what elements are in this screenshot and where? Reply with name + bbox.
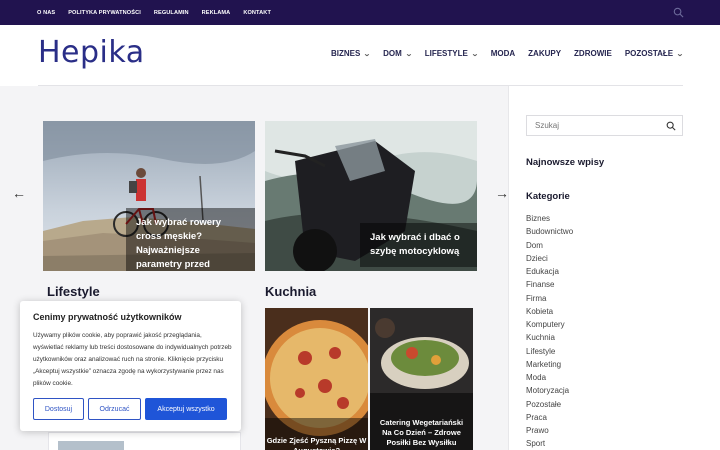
cookie-consent-banner: Cenimy prywatność użytkowników Używamy p… [20,301,241,431]
cookie-text: Używamy plików cookie, aby poprawić jako… [33,332,232,387]
nav-biznes[interactable]: BIZNES ⌄ [331,49,372,58]
slider-next-arrow-icon[interactable]: → [495,185,509,201]
kuchnia-post-pizza-title[interactable]: Gdzie Zjeść Pyszną Pizzę W Augustowie? [265,436,368,450]
chevron-down-icon: ⌄ [676,50,684,58]
top-link-polityka[interactable]: POLITYKA PRYWATNOŚCI [68,10,141,16]
chevron-down-icon: ⌄ [404,50,413,58]
kuchnia-post-catering[interactable]: Catering Wegetariański Na Co Dzień – Zdr… [370,308,473,450]
search-icon[interactable] [666,121,676,131]
cookie-reject-button[interactable]: Odrzucać [88,398,141,420]
category-link[interactable]: Budownictwo [526,225,573,238]
slider-card-bike-caption[interactable]: Jak wybrać rowery cross męskie? Najważni… [126,208,255,271]
category-link[interactable]: Dom [526,239,573,252]
category-link[interactable]: Lifestyle [526,345,573,358]
cookie-accept-button[interactable]: Akceptuj wszystko [145,398,227,420]
nav-zdrowie[interactable]: ZDROWIE [574,49,612,58]
nav-pozostale[interactable]: POZOSTAŁE ⌄ [625,49,684,58]
slider-card-bike[interactable]: Jak wybrać rowery cross męskie? Najważni… [43,121,255,271]
category-link[interactable]: Biznes [526,212,573,225]
search-icon[interactable] [673,7,684,18]
chevron-down-icon: ⌄ [470,50,479,58]
kuchnia-post-catering-title[interactable]: Catering Wegetariański Na Co Dzień – Zdr… [370,418,473,448]
category-link[interactable]: Kobieta [526,305,573,318]
section-lifestyle-title[interactable]: Lifestyle [47,284,100,299]
top-bar: O NAS POLITYKA PRYWATNOŚCI REGULAMIN REK… [0,0,720,25]
kuchnia-post-pizza[interactable]: Gdzie Zjeść Pyszną Pizzę W Augustowie? [265,308,368,450]
category-link[interactable]: Dzieci [526,252,573,265]
category-link[interactable]: Sport [526,437,573,450]
slider-card-moto[interactable]: Jak wybrać i dbać o szybę motocyklową [265,121,477,271]
categories-list: Biznes Budownictwo Dom Dzieci Edukacja F… [526,212,573,450]
category-link[interactable]: Moda [526,371,573,384]
category-link[interactable]: Pozostałe [526,398,573,411]
nav-lifestyle[interactable]: LIFESTYLE ⌄ [425,49,479,58]
nav-moda[interactable]: MODA [491,49,515,58]
category-link[interactable]: Kuchnia [526,331,573,344]
category-link[interactable]: Prawo [526,424,573,437]
category-link[interactable]: Praca [526,411,573,424]
top-links: O NAS POLITYKA PRYWATNOŚCI REGULAMIN REK… [37,0,271,25]
category-link[interactable]: Finanse [526,278,573,291]
section-kuchnia-title[interactable]: Kuchnia [265,284,316,299]
top-link-o-nas[interactable]: O NAS [37,10,55,16]
category-link[interactable]: Motoryzacja [526,384,573,397]
category-link[interactable]: Firma [526,292,573,305]
slider-prev-arrow-icon[interactable]: ← [12,185,26,201]
pizza-photo [265,308,368,450]
sidebar-search-input[interactable] [527,116,662,135]
category-link[interactable]: Marketing [526,358,573,371]
site-logo[interactable]: Hepika [38,35,145,70]
chevron-down-icon: ⌄ [363,50,372,58]
cookie-title: Cenimy prywatność użytkowników [33,312,182,322]
cookie-customize-button[interactable]: Dostosuj [33,398,84,420]
latest-posts-heading: Najnowsze wpisy [526,157,605,168]
nav-dom[interactable]: DOM ⌄ [383,49,412,58]
categories-heading: Kategorie [526,191,570,202]
nav-zakupy[interactable]: ZAKUPY [528,49,561,58]
category-link[interactable]: Edukacja [526,265,573,278]
site-header: Hepika BIZNES ⌄ DOM ⌄ LIFESTYLE ⌄ MODA ZAKU… [0,25,720,86]
top-link-kontakt[interactable]: KONTAKT [243,10,271,16]
category-link[interactable]: Komputery [526,318,573,331]
top-link-regulamin[interactable]: REGULAMIN [154,10,189,16]
sidebar-search [526,115,683,136]
slider-card-moto-caption[interactable]: Jak wybrać i dbać o szybę motocyklową [360,223,477,267]
top-link-reklama[interactable]: REKLAMA [202,10,231,16]
main-nav: BIZNES ⌄ DOM ⌄ LIFESTYLE ⌄ MODA ZAKUPY ZDRO… [331,49,684,58]
lifestyle-post-thumb [58,441,124,450]
